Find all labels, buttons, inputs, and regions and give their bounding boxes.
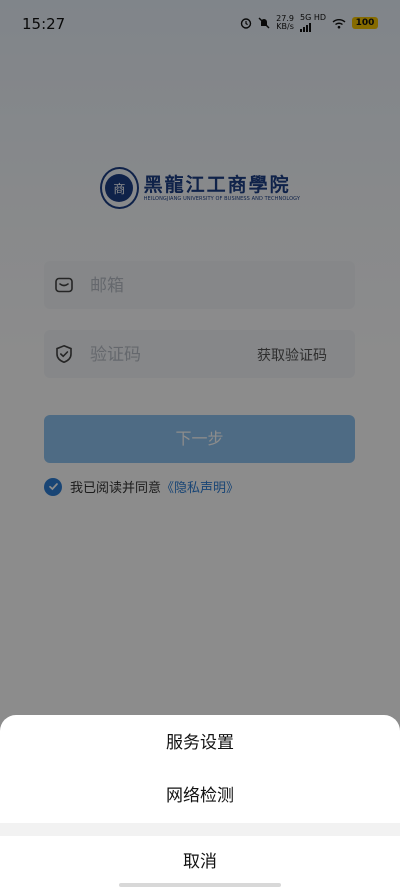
home-indicator [119,883,281,887]
service-settings-option[interactable]: 服务设置 [0,717,400,769]
action-sheet: 服务设置 网络检测 取消 [0,715,400,889]
cancel-button[interactable]: 取消 [0,836,400,888]
network-check-option[interactable]: 网络检测 [0,770,400,822]
sheet-divider [0,823,400,836]
